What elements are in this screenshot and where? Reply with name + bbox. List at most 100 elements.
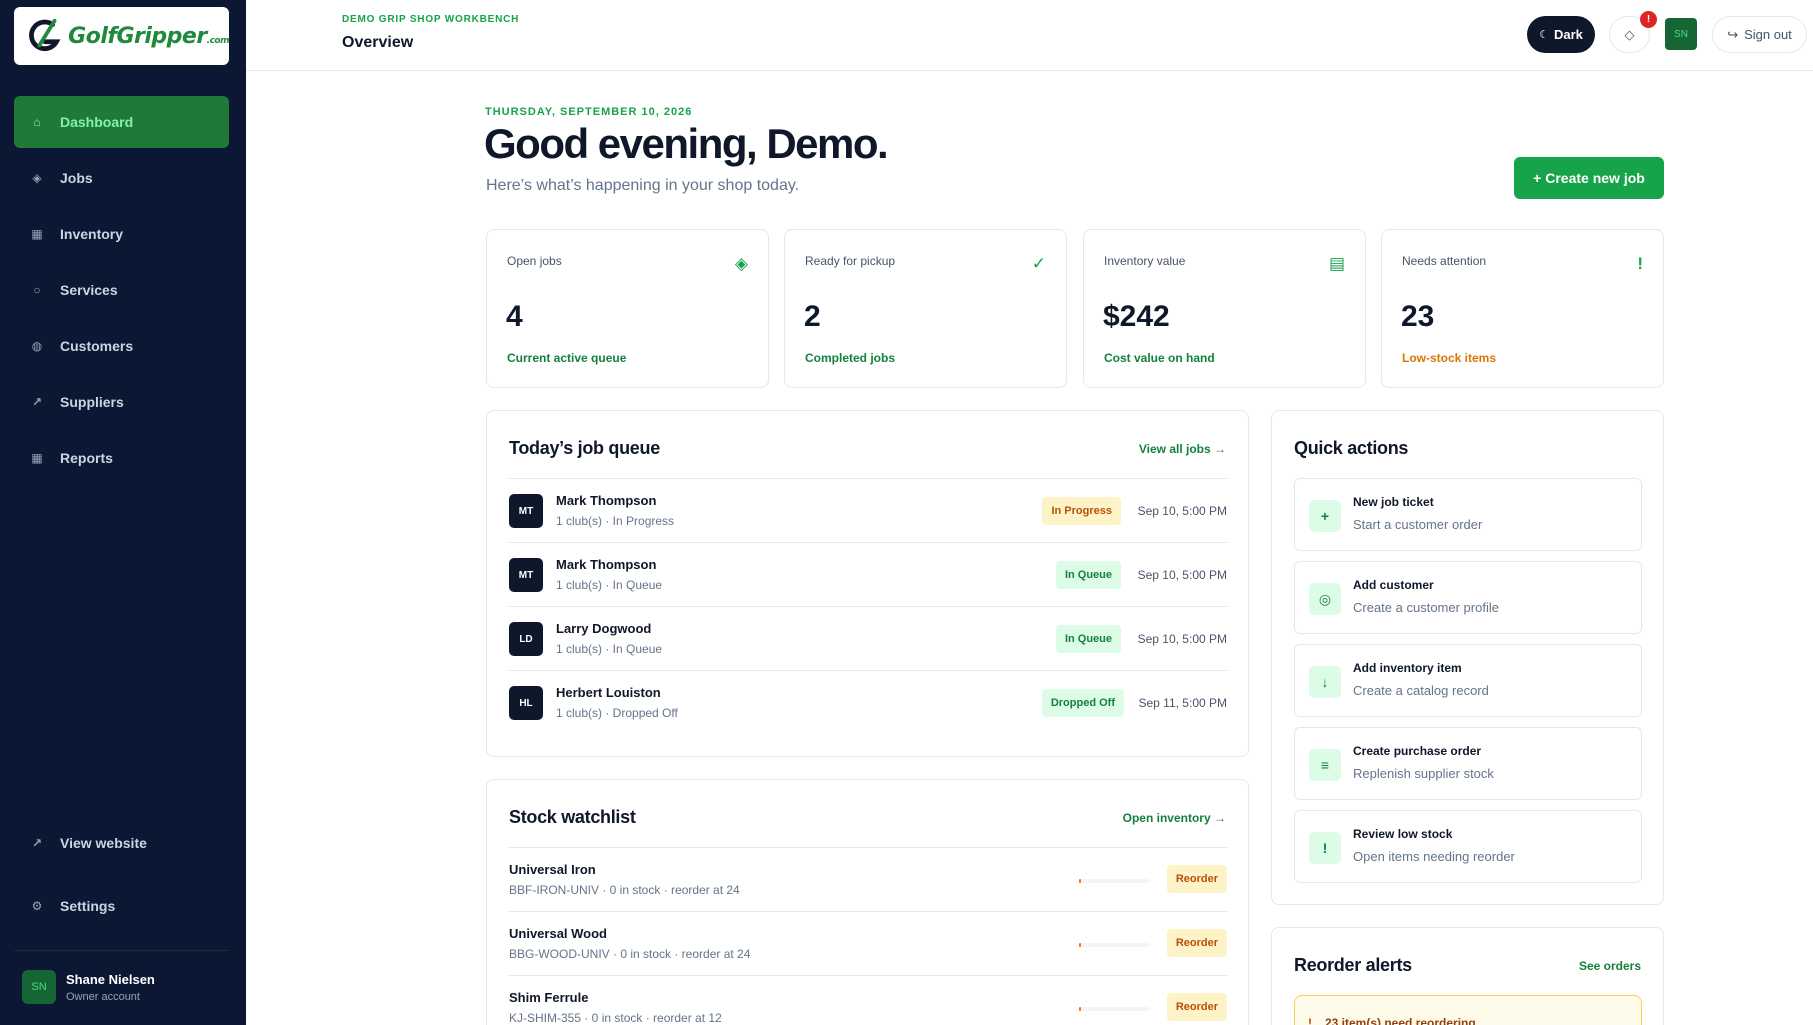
table-row[interactable]: HL Herbert Louiston 1 club(s) · Dropped … xyxy=(509,670,1227,734)
brand-name: GolfGripper.com xyxy=(68,23,229,49)
jobs-icon: ◈ xyxy=(734,254,748,273)
sidebar-item-suppliers[interactable]: ↗ Suppliers xyxy=(14,376,229,428)
user-icon: ◍ xyxy=(31,339,43,353)
customer-name: Larry Dogwood xyxy=(556,621,652,636)
arrow-icon: ↗ xyxy=(31,395,43,409)
theme-toggle-button[interactable]: ☾ Dark xyxy=(1527,16,1595,53)
stat-card-open-jobs: Open jobs ◈ 4 Current active queue xyxy=(486,229,769,388)
reorder-button[interactable]: Reorder xyxy=(1166,865,1227,893)
table-row[interactable]: MT Mark Thompson 1 club(s) · In Queue In… xyxy=(509,542,1227,606)
sidebar-divider xyxy=(14,950,229,951)
action-subtitle: Create a customer profile xyxy=(1353,600,1499,615)
avatar: LD xyxy=(509,622,543,656)
quick-action-add-inventory[interactable]: ↓ Add inventory item Create a catalog re… xyxy=(1294,644,1642,717)
quick-action-low-stock[interactable]: ! Review low stock Open items needing re… xyxy=(1294,810,1642,883)
stat-value: 4 xyxy=(506,300,523,333)
reorder-alert-banner[interactable]: ! 23 item(s) need reordering xyxy=(1294,995,1642,1025)
item-name: Shim Ferrule xyxy=(509,990,589,1005)
action-title: Add customer xyxy=(1353,578,1434,592)
item-name: Universal Iron xyxy=(509,862,596,877)
stat-label: Open jobs xyxy=(507,254,562,268)
sign-out-label: Sign out xyxy=(1744,27,1792,42)
see-orders-link[interactable]: See orders xyxy=(1579,959,1641,973)
stat-label: Inventory value xyxy=(1104,254,1186,268)
circle-icon: ○ xyxy=(33,283,41,297)
inventory-icon: ▤ xyxy=(1328,254,1345,273)
quick-action-new-job[interactable]: + New job ticket Start a customer order xyxy=(1294,478,1642,551)
job-time: Sep 10, 5:00 PM xyxy=(1137,632,1227,646)
avatar: SN xyxy=(22,970,56,1004)
action-title: Create purchase order xyxy=(1353,744,1482,758)
sidebar-item-label: Dashboard xyxy=(60,114,134,130)
list-item[interactable]: Universal Wood BBG-WOOD-UNIV · 0 in stoc… xyxy=(509,911,1227,975)
stock-level-bar xyxy=(1079,943,1149,947)
sidebar-item-services[interactable]: ○ Services xyxy=(14,264,229,316)
stat-card-inventory-value: Inventory value ▤ $242 Cost value on han… xyxy=(1083,229,1366,388)
list-item[interactable]: Universal Iron BBF-IRON-UNIV · 0 in stoc… xyxy=(509,847,1227,911)
panel-title: Today’s job queue xyxy=(509,438,660,458)
list-item[interactable]: Shim Ferrule KJ-SHIM-355 · 0 in stock · … xyxy=(509,975,1227,1025)
quick-action-add-customer[interactable]: ◎ Add customer Create a customer profile xyxy=(1294,561,1642,634)
sidebar-item-dashboard[interactable]: ⌂ Dashboard xyxy=(14,96,229,148)
view-all-jobs-link[interactable]: View all jobs → xyxy=(1139,442,1226,456)
sidebar-item-view-website[interactable]: ↗ View website xyxy=(14,815,229,871)
item-details: KJ-SHIM-355 · 0 in stock · reorder at 12 xyxy=(509,1011,722,1025)
page-title: Overview xyxy=(342,34,414,51)
action-subtitle: Open items needing reorder xyxy=(1353,849,1515,864)
check-icon: ✓ xyxy=(1031,254,1046,273)
stat-card-needs-attention: Needs attention ! 23 Low-stock items xyxy=(1381,229,1664,388)
panel-title: Reorder alerts xyxy=(1294,955,1412,975)
quick-actions-panel: Quick actions + New job ticket Start a c… xyxy=(1271,410,1664,905)
job-details: 1 club(s) · In Progress xyxy=(556,514,675,528)
sidebar-item-label: Customers xyxy=(60,338,134,354)
table-row[interactable]: LD Larry Dogwood 1 club(s) · In Queue In… xyxy=(509,606,1227,670)
stock-level-bar xyxy=(1079,879,1149,883)
sidebar-item-settings[interactable]: ⚙ Settings xyxy=(14,878,229,934)
avatar: MT xyxy=(509,494,543,528)
top-bar: DEMO GRIP SHOP WORKBENCH Overview ☾ Dark… xyxy=(246,0,1813,71)
golf-logo-icon xyxy=(29,18,61,52)
logout-icon: ↪ xyxy=(1727,26,1739,42)
job-details: 1 club(s) · In Queue xyxy=(556,578,663,592)
sidebar-item-jobs[interactable]: ◈ Jobs xyxy=(14,152,229,204)
reorder-button[interactable]: Reorder xyxy=(1166,993,1227,1021)
quick-action-purchase-order[interactable]: ≡ Create purchase order Replenish suppli… xyxy=(1294,727,1642,800)
item-details: BBF-IRON-UNIV · 0 in stock · reorder at … xyxy=(509,883,740,897)
sidebar-item-label: View website xyxy=(60,835,147,851)
sidebar-item-customers[interactable]: ◍ Customers xyxy=(14,320,229,372)
status-badge: In Progress xyxy=(1042,497,1121,525)
theme-toggle-label: Dark xyxy=(1553,27,1583,42)
sidebar-item-label: Services xyxy=(60,282,118,298)
stock-watchlist-panel: Stock watchlist Open inventory → Univers… xyxy=(486,779,1249,1025)
job-time: Sep 10, 5:00 PM xyxy=(1137,568,1227,582)
stat-value: 23 xyxy=(1401,300,1435,333)
customer-name: Herbert Louiston xyxy=(556,685,661,700)
status-badge: In Queue xyxy=(1055,625,1121,653)
warning-icon: ! xyxy=(1308,1016,1312,1025)
stock-level-bar xyxy=(1079,1007,1149,1011)
table-row[interactable]: MT Mark Thompson 1 club(s) · In Progress… xyxy=(509,478,1227,542)
chart-icon: ▦ xyxy=(31,451,43,465)
sign-out-button[interactable]: ↪ Sign out xyxy=(1712,16,1807,53)
brand-logo[interactable]: GolfGripper.com xyxy=(14,7,230,65)
action-subtitle: Create a catalog record xyxy=(1353,683,1489,698)
create-job-button[interactable]: + Create new job xyxy=(1514,157,1664,199)
action-subtitle: Replenish supplier stock xyxy=(1353,766,1494,781)
grid-icon: ▦ xyxy=(31,227,43,241)
reorder-alerts-panel: Reorder alerts See orders ! 23 item(s) n… xyxy=(1271,927,1664,1025)
sidebar-item-inventory[interactable]: ▦ Inventory xyxy=(14,208,229,260)
open-inventory-link[interactable]: Open inventory → xyxy=(1123,811,1226,825)
customer-name: Mark Thompson xyxy=(556,557,657,572)
sidebar-item-reports[interactable]: ▦ Reports xyxy=(14,432,229,484)
item-name: Universal Wood xyxy=(509,926,608,941)
stat-note: Completed jobs xyxy=(805,351,896,365)
moon-icon: ☾ xyxy=(1539,29,1549,41)
account-block[interactable]: SN Shane Nielsen Owner account xyxy=(22,970,155,1004)
user-name: Shane Nielsen xyxy=(66,971,155,987)
action-title: Add inventory item xyxy=(1353,661,1462,675)
sidebar-item-label: Inventory xyxy=(60,226,124,242)
action-title: New job ticket xyxy=(1353,495,1434,509)
reorder-button[interactable]: Reorder xyxy=(1166,929,1227,957)
avatar: MT xyxy=(509,558,543,592)
avatar[interactable]: SN xyxy=(1665,18,1697,50)
